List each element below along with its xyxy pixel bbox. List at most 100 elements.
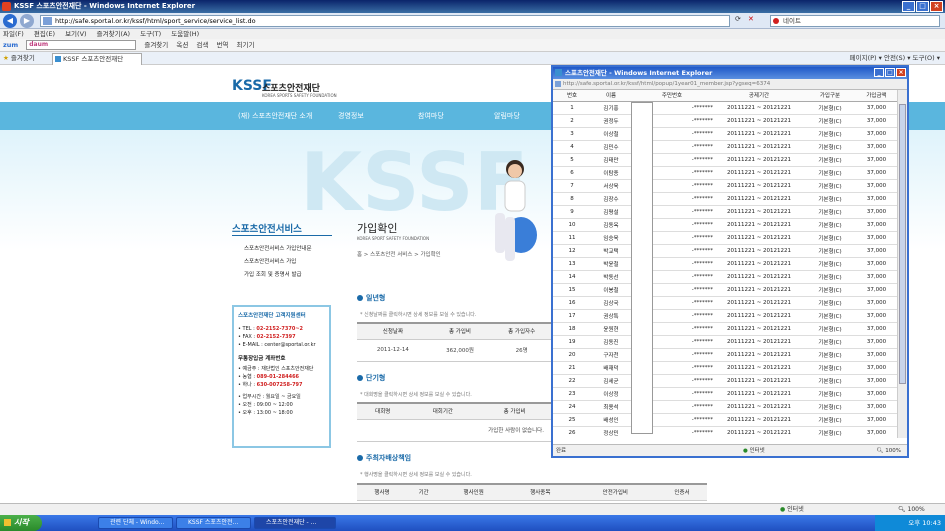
zum-search-box[interactable]: daum — [26, 40, 137, 50]
search-input[interactable]: 네이트 — [770, 15, 940, 27]
cell-amount: 37,000 — [855, 361, 898, 375]
cell-amount: 37,000 — [855, 426, 898, 438]
cell-name: 서상욱 — [591, 179, 631, 193]
star-icon: ★ — [3, 54, 9, 62]
toolbar-auction[interactable]: 옥션 — [176, 41, 188, 49]
cell-period: 20111221 ~ 20121221 — [713, 127, 805, 141]
cell-period: 20111221 ~ 20121221 — [713, 426, 805, 438]
cell-number: 2 — [553, 114, 591, 128]
cs-bank-title: 무통장입금 계좌번호 — [238, 356, 286, 362]
col-period: 기간 — [407, 483, 441, 501]
table-row: 4 김민수 -******* 20111221 ~ 20121221 기본형(C) 37,… — [553, 140, 898, 154]
redaction-box — [631, 102, 653, 434]
menu-file[interactable]: 파일(F) — [3, 30, 24, 38]
cell-name: 이봉철 — [591, 283, 631, 297]
popup-maximize-button[interactable]: □ — [885, 68, 895, 77]
cs-tel: • TEL : 02-2152-7370~2 — [238, 326, 304, 332]
popup-title-bar: 스포츠안전재단 - Windows Internet Explorer _ □ … — [553, 67, 907, 79]
cell-amount: 37,000 — [855, 127, 898, 141]
popup-window[interactable]: 스포츠안전재단 - Windows Internet Explorer _ □ … — [551, 65, 909, 458]
cell-number: 6 — [553, 166, 591, 180]
section-liability: 주최자배상책임 — [357, 453, 411, 463]
cell-period: 20111221 ~ 20121221 — [713, 101, 805, 115]
cell-plan: 기본형(C) — [805, 244, 855, 258]
cell-period: 20111221 ~ 20121221 — [713, 244, 805, 258]
cell-plan: 기본형(C) — [805, 335, 855, 349]
nav-notice[interactable]: 알림마당 — [494, 111, 520, 121]
sidebar-divider — [232, 235, 332, 236]
cell-plan: 기본형(C) — [805, 426, 855, 438]
cell-amount: 37,000 — [855, 270, 898, 284]
annual-table: 신청날짜 총 가입비 총 가입자수 2011-12-14 362,000원 26… — [357, 322, 552, 362]
start-button[interactable]: 시작 — [0, 515, 42, 531]
menu-favorites[interactable]: 즐겨찾기(A) — [97, 30, 130, 38]
minimize-button[interactable]: _ — [902, 1, 915, 12]
nav-management[interactable]: 경영정보 — [338, 111, 364, 121]
tab-icon — [55, 56, 61, 62]
maximize-button[interactable]: □ — [916, 1, 929, 12]
cs-hours: • 업무시간 : 월요일 ~ 금요일 — [238, 394, 301, 400]
cell-plan: 기본형(C) — [805, 257, 855, 271]
menu-edit[interactable]: 편집(E) — [34, 30, 55, 38]
close-button[interactable]: × — [930, 1, 943, 12]
cell-plan: 기본형(C) — [805, 387, 855, 401]
address-input[interactable]: http://safe.sportal.or.kr/kssf/html/spor… — [40, 15, 730, 27]
col-event: 대회명 — [357, 402, 409, 420]
menu-help[interactable]: 도움말(H) — [171, 30, 199, 38]
toolbar-favorites[interactable]: 즐겨찾기 — [144, 41, 168, 49]
col-plan-type: 가입구분 — [805, 90, 855, 102]
taskbar-button-3[interactable]: 스포츠안전재단 - ... — [254, 517, 336, 529]
favorites-button[interactable]: 즐겨찾기 — [11, 54, 35, 62]
zum-logo[interactable]: zum — [3, 41, 18, 49]
browser-tab[interactable]: KSSF 스포츠안전재단 — [52, 53, 142, 65]
toolbar-search[interactable]: 검색 — [196, 41, 208, 49]
cell-period: 20111221 ~ 20121221 — [713, 283, 805, 297]
col-certificate: 인증서 — [656, 483, 707, 501]
cell-date[interactable]: 2011-12-14 — [357, 339, 429, 362]
popup-minimize-button[interactable]: _ — [874, 68, 884, 77]
stop-icon[interactable]: ✕ — [748, 15, 754, 23]
clock[interactable]: 오후 10:43 — [908, 519, 941, 527]
popup-zoom[interactable]: 🔍︎ 100% — [877, 445, 901, 457]
page-subtitle: KOREA SPORT SAFETY FOUNDATION — [357, 236, 430, 241]
menu-tools[interactable]: 도구(T) — [140, 30, 161, 38]
nav-about[interactable]: (재) 스포츠안전재단 소개 — [238, 111, 312, 121]
col-safety-fee: 안전가입비 — [573, 483, 657, 501]
nav-participation[interactable]: 참여마당 — [418, 111, 444, 121]
cell-plan: 기본형(C) — [805, 114, 855, 128]
address-bar-row: ◀ ▶ http://safe.sportal.or.kr/kssf/html/… — [0, 13, 945, 29]
forward-button[interactable]: ▶ — [20, 14, 34, 28]
cell-name: 배재덕 — [591, 361, 631, 375]
cell-number: 8 — [553, 192, 591, 206]
menu-view[interactable]: 보기(V) — [65, 30, 86, 38]
taskbar-button-1[interactable]: 관련 단체 - Windo... — [98, 517, 173, 529]
toolbar-translate[interactable]: 번역 — [216, 41, 228, 49]
cell-number: 18 — [553, 322, 591, 336]
cell-amount: 37,000 — [855, 309, 898, 323]
cell-name: 김태만 — [591, 153, 631, 167]
cs-holder: • 예금주 : 재단법인 스포츠안전재단 — [238, 366, 314, 372]
table-row[interactable]: 2011-12-14 362,000원 26명 — [357, 339, 552, 362]
cell-name: 윤원현 — [591, 322, 631, 336]
cell-plan: 기본형(C) — [805, 283, 855, 297]
cs-am: • 오전 : 09:00 ~ 12:00 — [238, 402, 293, 408]
sidebar-item-inquiry[interactable]: 가입 조회 및 증명서 발급 — [244, 269, 312, 282]
cell-name: 권상특 — [591, 309, 631, 323]
cell-number: 23 — [553, 387, 591, 401]
cell-name: 김상국 — [591, 296, 631, 310]
empty-message: 가입한 사람이 없습니다. — [357, 419, 552, 442]
popup-scrollbar[interactable] — [897, 90, 907, 438]
taskbar-button-2[interactable]: KSSF 스포츠안전... — [176, 517, 251, 529]
sidebar-item-guide[interactable]: 스포츠안전서비스 가입안내문 — [244, 243, 312, 256]
table-row: 10 김동옥 -******* 20111221 ~ 20121221 기본형(C) 37… — [553, 218, 898, 232]
popup-close-button[interactable]: × — [896, 68, 906, 77]
col-total-fee: 총 가입비 — [428, 322, 492, 340]
back-button[interactable]: ◀ — [3, 14, 17, 28]
scrollbar-thumb[interactable] — [899, 104, 906, 384]
table-row: 3 이상철 -******* 20111221 ~ 20121221 기본형(C) 37,… — [553, 127, 898, 141]
sidebar-item-join[interactable]: 스포츠안전서비스 가입 — [244, 256, 312, 269]
command-bar[interactable]: 페이지(P) ▾ 안전(S) ▾ 도구(O) ▾ — [850, 52, 940, 65]
toolbar-extra[interactable]: 최기기 — [236, 41, 254, 49]
refresh-icon[interactable]: ⟳ — [735, 15, 741, 23]
table-row: 12 박교택 -******* 20111221 ~ 20121221 기본형(C) 37… — [553, 244, 898, 258]
